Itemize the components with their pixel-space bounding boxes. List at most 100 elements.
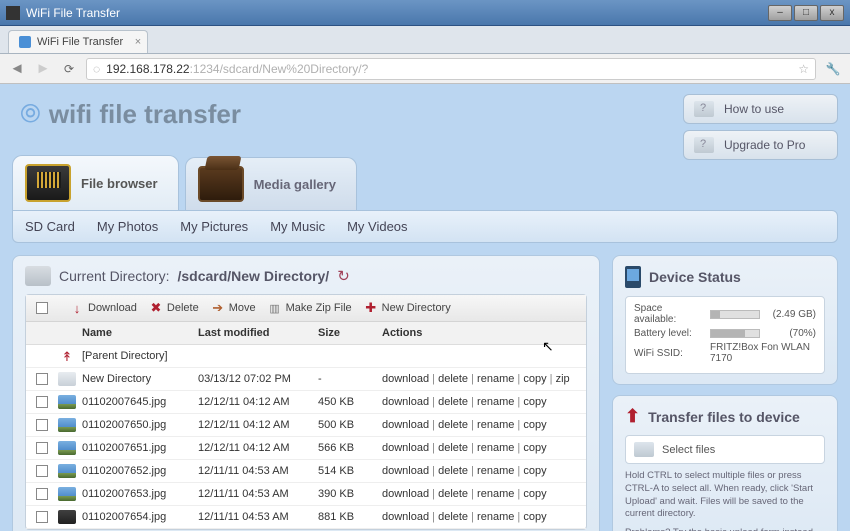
browser-toolbar: ◄ ► ⟳ ◌ 192.168.178.22:1234/sdcard/New%2… — [0, 54, 850, 84]
file-name-link[interactable]: 01102007651.jpg — [82, 442, 166, 454]
file-modified: 12/12/11 04:12 AM — [198, 442, 318, 454]
upgrade-button[interactable]: Upgrade to Pro — [683, 130, 838, 160]
tab-close-icon[interactable]: × — [135, 36, 141, 48]
file-size: 514 KB — [318, 465, 382, 477]
file-modified: 12/12/11 04:12 AM — [198, 396, 318, 408]
phone-icon — [625, 266, 641, 288]
newdir-button[interactable]: ✚New Directory — [364, 301, 451, 315]
window-maximize-button[interactable]: □ — [794, 5, 818, 21]
transfer-help: Hold CTRL to select multiple files or pr… — [625, 470, 825, 531]
file-modified: 12/11/11 04:53 AM — [198, 511, 318, 523]
folder-icon — [634, 442, 654, 457]
col-actions: Actions — [382, 327, 576, 339]
row-checkbox[interactable] — [36, 511, 48, 523]
file-modified: 12/12/11 04:12 AM — [198, 419, 318, 431]
browser-menu-icon[interactable]: 🔧 — [824, 62, 842, 76]
file-size: 390 KB — [318, 488, 382, 500]
file-size: 881 KB — [318, 511, 382, 523]
browser-tab[interactable]: WiFi File Transfer × — [8, 30, 148, 53]
tab-file-browser[interactable]: File browser — [12, 155, 179, 210]
nav-pictures[interactable]: My Pictures — [180, 219, 248, 234]
globe-icon: ◌ — [93, 62, 100, 76]
download-button[interactable]: ↓Download — [70, 301, 137, 315]
app-logo: ⦾ wifi file transfer — [12, 94, 241, 140]
row-checkbox[interactable] — [36, 465, 48, 477]
file-actions[interactable]: download | delete | rename | copy — [382, 442, 576, 454]
tab-label: WiFi File Transfer — [37, 36, 123, 48]
nav-photos[interactable]: My Photos — [97, 219, 158, 234]
tab-favicon — [19, 36, 31, 48]
select-all-checkbox[interactable] — [36, 302, 48, 314]
window-favicon — [6, 6, 20, 20]
download-icon: ↓ — [70, 301, 84, 315]
parent-dir-row[interactable]: ↟ [Parent Directory] — [26, 345, 586, 368]
up-arrow-icon: ↟ — [58, 349, 76, 363]
row-checkbox[interactable] — [36, 396, 48, 408]
select-files-button[interactable]: Select files — [625, 435, 825, 464]
nav-videos[interactable]: My Videos — [347, 219, 407, 234]
file-actions[interactable]: download | delete | rename | copy — [382, 419, 576, 431]
row-checkbox[interactable] — [36, 373, 48, 385]
file-row: 01102007650.jpg12/12/11 04:12 AM500 KBdo… — [26, 414, 586, 437]
window-minimize-button[interactable]: – — [768, 5, 792, 21]
howto-button[interactable]: How to use — [683, 94, 838, 124]
zip-button[interactable]: ▥Make Zip File — [268, 301, 352, 315]
curdir-label: Current Directory: — [59, 268, 169, 284]
file-name-link[interactable]: 01102007653.jpg — [82, 488, 166, 500]
file-name-link[interactable]: 01102007652.jpg — [82, 465, 166, 477]
file-name-link[interactable]: 01102007654.jpg — [82, 511, 166, 523]
image-thumb-icon — [58, 464, 76, 478]
sdcard-icon — [25, 164, 71, 202]
file-row: 01102007653.jpg12/11/11 04:53 AM390 KBdo… — [26, 483, 586, 506]
file-size: - — [318, 373, 382, 385]
select-files-label: Select files — [662, 444, 715, 456]
file-actions[interactable]: download | delete | rename | copy — [382, 396, 576, 408]
col-size[interactable]: Size — [318, 327, 382, 339]
file-actions[interactable]: download | delete | rename | copy — [382, 511, 576, 523]
file-actions[interactable]: download | delete | rename | copy | zip — [382, 373, 576, 385]
nav-sdcard[interactable]: SD Card — [25, 219, 75, 234]
file-name-link[interactable]: 01102007650.jpg — [82, 419, 166, 431]
help-folder-icon — [694, 101, 714, 117]
row-checkbox[interactable] — [36, 419, 48, 431]
chest-icon — [198, 166, 244, 202]
howto-label: How to use — [724, 102, 784, 116]
nav-music[interactable]: My Music — [270, 219, 325, 234]
file-row: 01102007652.jpg12/11/11 04:53 AM514 KBdo… — [26, 460, 586, 483]
forward-button[interactable]: ► — [34, 60, 52, 78]
tab-media-gallery[interactable]: Media gallery — [185, 157, 357, 210]
bookmark-icon[interactable]: ☆ — [798, 62, 809, 76]
image-thumb-icon — [58, 510, 76, 524]
tab-file-browser-label: File browser — [81, 176, 158, 191]
current-directory: Current Directory: /sdcard/New Directory… — [25, 266, 587, 286]
zip-icon: ▥ — [268, 301, 282, 315]
help-line2[interactable]: Problems? Try the basic upload form inst… — [625, 527, 825, 531]
file-actions[interactable]: download | delete | rename | copy — [382, 488, 576, 500]
file-row: New Directory03/13/12 07:02 PM-download … — [26, 368, 586, 391]
address-bar[interactable]: ◌ 192.168.178.22:1234/sdcard/New%20Direc… — [86, 58, 816, 80]
folder-icon — [58, 372, 76, 386]
space-label: Space available: — [634, 303, 704, 325]
col-modified[interactable]: Last modified — [198, 327, 318, 339]
transfer-title: Transfer files to device — [648, 409, 800, 425]
parent-dir-link[interactable]: [Parent Directory] — [82, 350, 168, 362]
delete-button[interactable]: ✖Delete — [149, 301, 199, 315]
file-toolbar: ↓Download ✖Delete ➔Move ▥Make Zip File ✚… — [26, 295, 586, 322]
browser-tabstrip: WiFi File Transfer × — [0, 26, 850, 54]
ssid-label: WiFi SSID: — [634, 348, 704, 359]
image-thumb-icon — [58, 395, 76, 409]
refresh-icon[interactable]: ↻ — [337, 267, 350, 285]
back-button[interactable]: ◄ — [8, 60, 26, 78]
page-body: ⦾ wifi file transfer How to use Upgrade … — [0, 84, 850, 531]
file-actions[interactable]: download | delete | rename | copy — [382, 465, 576, 477]
ssid-value: FRITZ!Box Fon WLAN 7170 — [710, 342, 816, 364]
url-host: 192.168.178.22 — [106, 62, 189, 76]
window-close-button[interactable]: x — [820, 5, 844, 21]
col-name[interactable]: Name — [82, 327, 198, 339]
row-checkbox[interactable] — [36, 488, 48, 500]
move-button[interactable]: ➔Move — [211, 301, 256, 315]
file-name-link[interactable]: 01102007645.jpg — [82, 396, 166, 408]
file-name-link[interactable]: New Directory — [82, 373, 151, 385]
row-checkbox[interactable] — [36, 442, 48, 454]
reload-button[interactable]: ⟳ — [60, 60, 78, 78]
